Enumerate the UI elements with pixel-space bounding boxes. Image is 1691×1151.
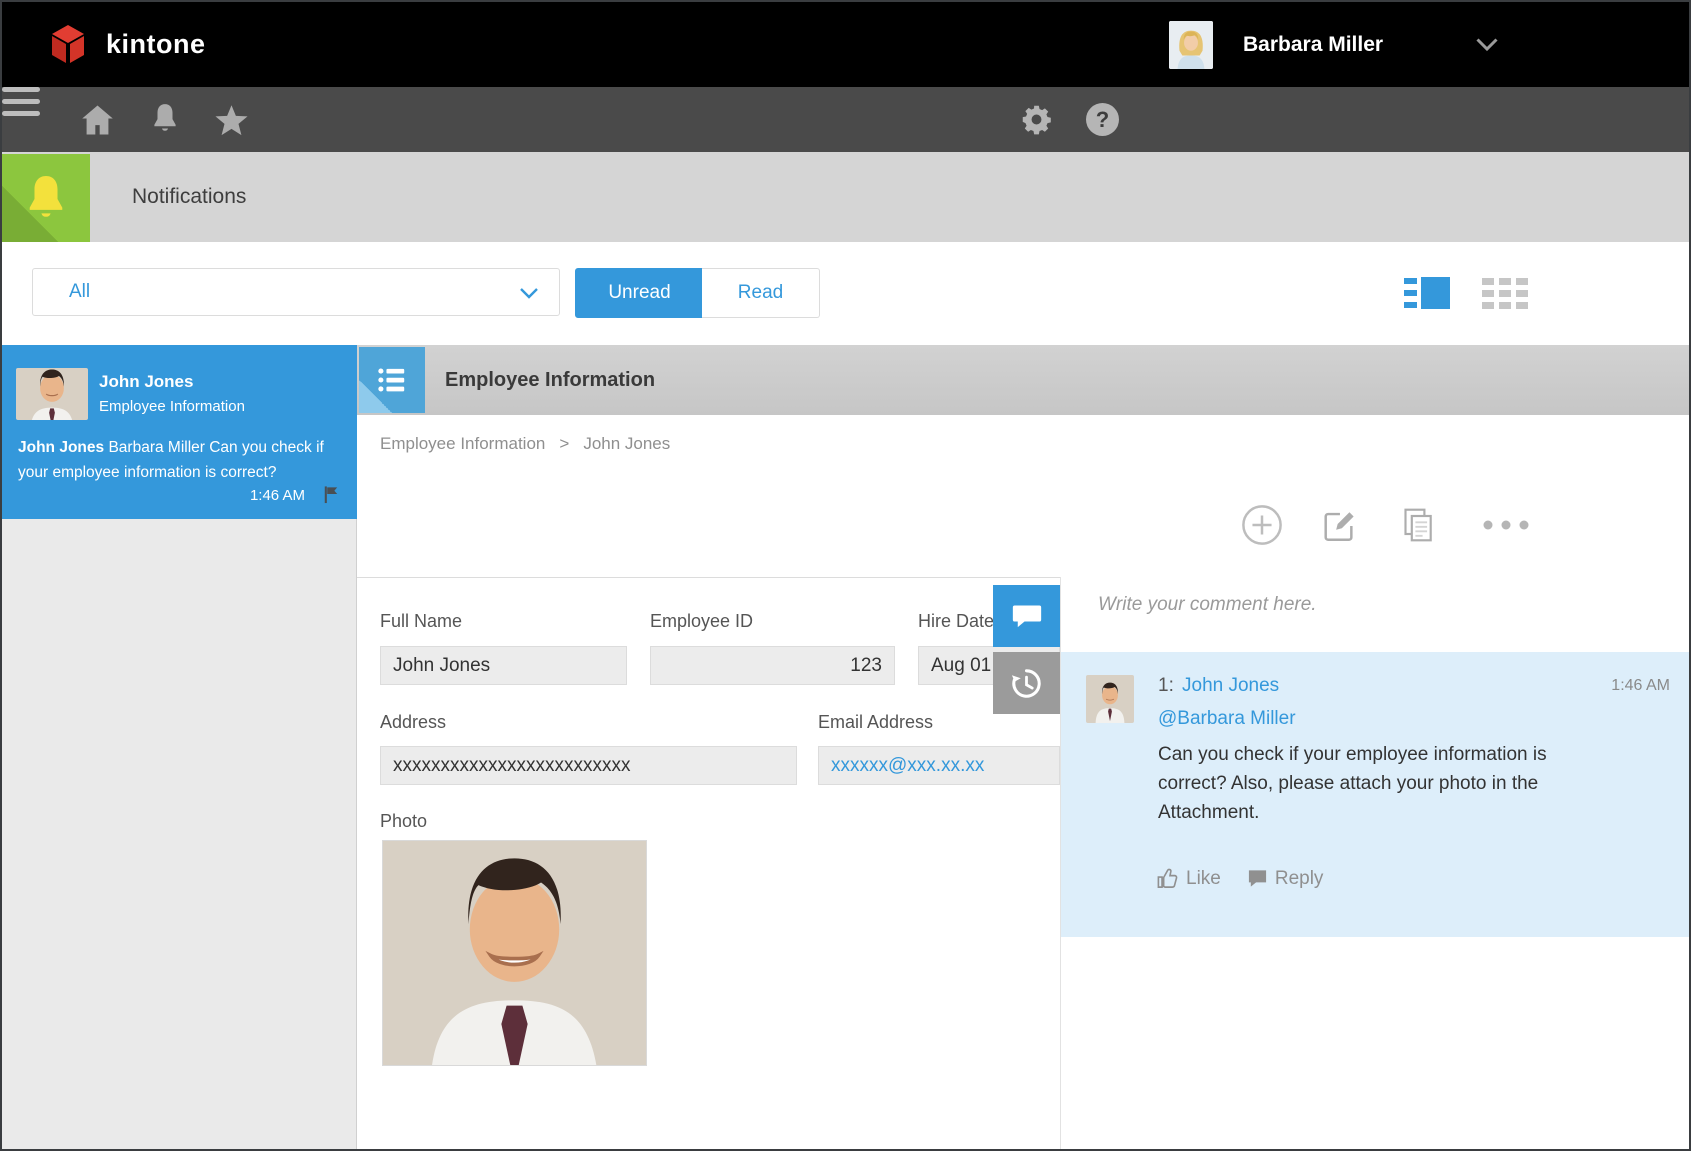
record-app-header: Employee Information <box>357 345 1691 415</box>
sender-avatar <box>16 368 88 420</box>
email-field: xxxxxx@xxx.xx.xx <box>818 746 1060 785</box>
comment-panel: Write your comment here. 1: John Jones 1… <box>1060 577 1691 1151</box>
unread-tab[interactable]: Unread <box>575 268 704 318</box>
reply-button[interactable]: Reply <box>1247 868 1324 890</box>
comments-tab[interactable] <box>993 585 1060 647</box>
notification-filter-dropdown[interactable]: All <box>32 268 560 316</box>
email-label: Email Address <box>818 712 933 733</box>
filter-bar: All Unread Read <box>2 242 1689 345</box>
comment-mention-link[interactable]: @Barbara Miller <box>1158 708 1296 730</box>
address-value: xxxxxxxxxxxxxxxxxxxxxxxxx <box>393 755 631 777</box>
comment-author-link[interactable]: John Jones <box>1182 675 1279 697</box>
address-label: Address <box>380 712 446 733</box>
full-name-value: John Jones <box>393 655 490 677</box>
flag-icon[interactable] <box>322 485 341 504</box>
user-avatar <box>1169 21 1213 69</box>
user-name: Barbara Miller <box>1243 33 1383 57</box>
read-label: Read <box>738 282 783 304</box>
edit-record-button[interactable] <box>1320 506 1358 544</box>
chevron-down-icon <box>1475 37 1499 52</box>
reply-bubble-icon <box>1247 868 1268 889</box>
employee-id-label: Employee ID <box>650 611 753 632</box>
comment-timestamp: 1:46 AM <box>1611 677 1670 695</box>
full-name-label: Full Name <box>380 611 462 632</box>
full-name-field: John Jones <box>380 646 627 685</box>
unread-label: Unread <box>608 282 670 304</box>
hamburger-menu-icon[interactable] <box>2 87 40 116</box>
breadcrumb-current: John Jones <box>583 434 670 454</box>
topbar: kintone Barbara Miller <box>2 2 1689 87</box>
hire-date-label: Hire Date <box>918 611 994 632</box>
home-icon[interactable] <box>80 104 115 136</box>
notification-app-name: Employee Information <box>99 398 245 415</box>
duplicate-record-button[interactable] <box>1401 506 1437 544</box>
employee-photo <box>382 840 647 1066</box>
filter-value: All <box>69 281 90 303</box>
notification-item-selected[interactable]: John Jones Employee Information John Jon… <box>2 345 357 519</box>
like-label: Like <box>1186 868 1221 890</box>
kintone-logo-icon <box>44 23 92 67</box>
comment-author-avatar <box>1086 675 1134 723</box>
comment-body: Can you check if your employee informati… <box>1158 740 1558 827</box>
comment-item: 1: John Jones 1:46 AM @Barbara Miller Ca… <box>1061 652 1691 937</box>
breadcrumb-app-link[interactable]: Employee Information <box>380 434 545 454</box>
notification-body-bold: John Jones <box>18 439 104 456</box>
help-icon[interactable]: ? <box>1086 103 1119 136</box>
notifications-bell-icon[interactable] <box>150 102 180 135</box>
breadcrumb: Employee Information > John Jones <box>380 415 670 472</box>
photo-label: Photo <box>380 811 427 832</box>
thumbs-up-icon <box>1156 867 1179 890</box>
comment-number: 1: <box>1158 675 1174 697</box>
comment-actions: Like Reply <box>1156 867 1323 890</box>
user-menu[interactable]: Barbara Miller <box>1169 2 1689 87</box>
comment-input[interactable]: Write your comment here. <box>1098 594 1317 616</box>
hire-date-value: Aug 01 <box>931 655 991 677</box>
notification-list-panel: John Jones Employee Information John Jon… <box>2 345 357 1151</box>
kintone-app: kintone Barbara Miller <box>0 0 1691 1151</box>
read-tab[interactable]: Read <box>702 268 820 318</box>
brand-name: kintone <box>106 29 206 60</box>
page-title: Notifications <box>132 152 246 242</box>
change-history-tab[interactable] <box>993 652 1060 714</box>
breadcrumb-separator: > <box>559 434 569 454</box>
record-app-title: Employee Information <box>445 345 655 415</box>
notification-body: John Jones Barbara Miller Can you check … <box>18 435 344 485</box>
email-link[interactable]: xxxxxx@xxx.xx.xx <box>831 755 984 777</box>
navbar: ? <box>2 87 1689 152</box>
brand[interactable]: kintone <box>44 2 206 87</box>
reply-label: Reply <box>1275 868 1324 890</box>
settings-gear-icon[interactable] <box>1020 103 1053 136</box>
notification-time: 1:46 AM <box>250 487 305 504</box>
like-button[interactable]: Like <box>1156 867 1221 890</box>
notifications-app-icon <box>2 154 90 242</box>
list-view-toggle-icon[interactable] <box>1482 276 1528 310</box>
employee-id-field: 123 <box>650 646 895 685</box>
add-record-button[interactable] <box>1241 504 1283 546</box>
favorites-star-icon[interactable] <box>214 103 249 138</box>
address-field: xxxxxxxxxxxxxxxxxxxxxxxxx <box>380 746 797 785</box>
chevron-down-icon <box>519 287 539 300</box>
notification-sender: John Jones <box>99 372 193 392</box>
page-header: Notifications <box>2 152 1689 242</box>
more-options-button[interactable] <box>1482 519 1530 531</box>
employee-id-value: 123 <box>850 655 882 677</box>
split-view-toggle-icon[interactable] <box>1404 276 1450 310</box>
employee-app-icon[interactable] <box>359 347 425 413</box>
